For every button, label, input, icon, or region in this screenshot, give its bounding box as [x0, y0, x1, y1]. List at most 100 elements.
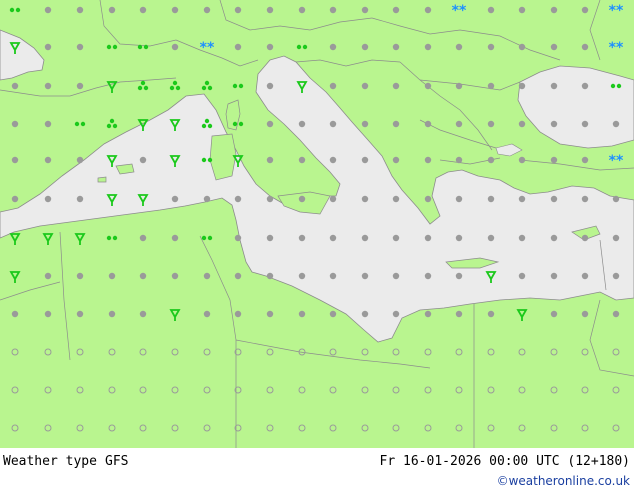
cloudy-icon: [550, 43, 558, 51]
cloudy-icon: [487, 120, 495, 128]
cloudy-icon: [612, 234, 620, 242]
rain-icon: [109, 118, 115, 124]
cloudy-icon: [487, 43, 495, 51]
cloudy-icon: [581, 6, 589, 14]
cloudy-icon: [518, 6, 526, 14]
cloudy-icon: [424, 195, 432, 203]
snow-icon: **: [452, 3, 467, 19]
cloudy-icon: [203, 195, 211, 203]
site-credit-link[interactable]: ©weatheronline.co.uk: [497, 473, 630, 489]
rain-icon: [175, 85, 181, 91]
cloudy-icon: [361, 195, 369, 203]
cloudy-icon: [455, 234, 463, 242]
cloudy-icon: [612, 195, 620, 203]
cloudy-icon: [424, 272, 432, 280]
rain-icon: [169, 85, 175, 91]
cloudy-icon: [550, 120, 558, 128]
cloudy-icon: [11, 82, 19, 90]
drizzle-icon: [302, 44, 308, 50]
drizzle-icon: [15, 7, 21, 13]
cloudy-icon: [11, 310, 19, 318]
cloudy-icon: [392, 195, 400, 203]
cloudy-icon: [392, 310, 400, 318]
cloudy-icon: [518, 82, 526, 90]
cloudy-icon: [11, 195, 19, 203]
cloudy-icon: [266, 82, 274, 90]
cloudy-icon: [392, 82, 400, 90]
cloudy-icon: [392, 120, 400, 128]
rain-icon: [106, 123, 112, 129]
cloudy-icon: [76, 156, 84, 164]
drizzle-icon: [207, 235, 213, 241]
cloudy-icon: [329, 195, 337, 203]
cloudy-icon: [455, 195, 463, 203]
snow-icon: **: [609, 3, 624, 19]
cloudy-icon: [361, 234, 369, 242]
cloudy-icon: [518, 120, 526, 128]
rain-icon: [172, 80, 178, 86]
drizzle-icon: [112, 44, 118, 50]
cloudy-icon: [361, 120, 369, 128]
cloudy-icon: [550, 6, 558, 14]
cloudy-icon: [234, 234, 242, 242]
cloudy-icon: [329, 43, 337, 51]
cloudy-icon: [11, 120, 19, 128]
cloudy-icon: [581, 310, 589, 318]
cloudy-icon: [550, 156, 558, 164]
drizzle-icon: [112, 235, 118, 241]
cloudy-icon: [44, 43, 52, 51]
rain-icon: [207, 123, 213, 129]
weather-type-map: ** ** ** ** **: [0, 0, 634, 448]
cloudy-icon: [266, 6, 274, 14]
cloudy-icon: [392, 6, 400, 14]
cloudy-icon: [550, 234, 558, 242]
balearic-islands-small: [97, 176, 107, 183]
drizzle-icon: [238, 83, 244, 89]
cloudy-icon: [44, 310, 52, 318]
rain-icon: [143, 85, 149, 91]
cloudy-icon: [581, 234, 589, 242]
weather-map-widget: ** ** ** ** ** Weather type GFS Fr 16-01-202…: [0, 0, 634, 490]
cloudy-icon: [108, 272, 116, 280]
cloudy-icon: [76, 310, 84, 318]
drizzle-icon: [201, 235, 207, 241]
cloudy-icon: [487, 234, 495, 242]
drizzle-icon: [9, 7, 15, 13]
cloudy-icon: [518, 195, 526, 203]
drizzle-icon: [238, 121, 244, 127]
cloudy-icon: [361, 156, 369, 164]
cloudy-icon: [518, 234, 526, 242]
drizzle-icon: [232, 121, 238, 127]
cloudy-icon: [234, 272, 242, 280]
valid-time-label: Fr 16-01-2026 00:00 UTC (12+180): [379, 454, 630, 469]
cloudy-icon: [139, 272, 147, 280]
cloudy-icon: [424, 310, 432, 318]
cloudy-icon: [455, 82, 463, 90]
cloudy-icon: [550, 82, 558, 90]
cloudy-icon: [612, 310, 620, 318]
cloudy-icon: [76, 43, 84, 51]
cloudy-icon: [550, 310, 558, 318]
cloudy-icon: [487, 82, 495, 90]
cloudy-icon: [329, 6, 337, 14]
cloudy-icon: [329, 120, 337, 128]
cloudy-icon: [550, 272, 558, 280]
cloudy-icon: [361, 82, 369, 90]
sardinia-island: [209, 133, 237, 181]
cloudy-icon: [455, 43, 463, 51]
drizzle-icon: [610, 83, 616, 89]
cloudy-icon: [329, 156, 337, 164]
rain-icon: [201, 85, 207, 91]
cloudy-icon: [203, 310, 211, 318]
cloudy-icon: [203, 6, 211, 14]
cloudy-icon: [76, 195, 84, 203]
cloudy-icon: [612, 272, 620, 280]
cloudy-icon: [266, 272, 274, 280]
drizzle-icon: [74, 121, 80, 127]
cloudy-icon: [108, 6, 116, 14]
cloudy-icon: [455, 120, 463, 128]
cloudy-icon: [139, 6, 147, 14]
cloudy-icon: [266, 310, 274, 318]
cloudy-icon: [455, 310, 463, 318]
drizzle-icon: [106, 235, 112, 241]
